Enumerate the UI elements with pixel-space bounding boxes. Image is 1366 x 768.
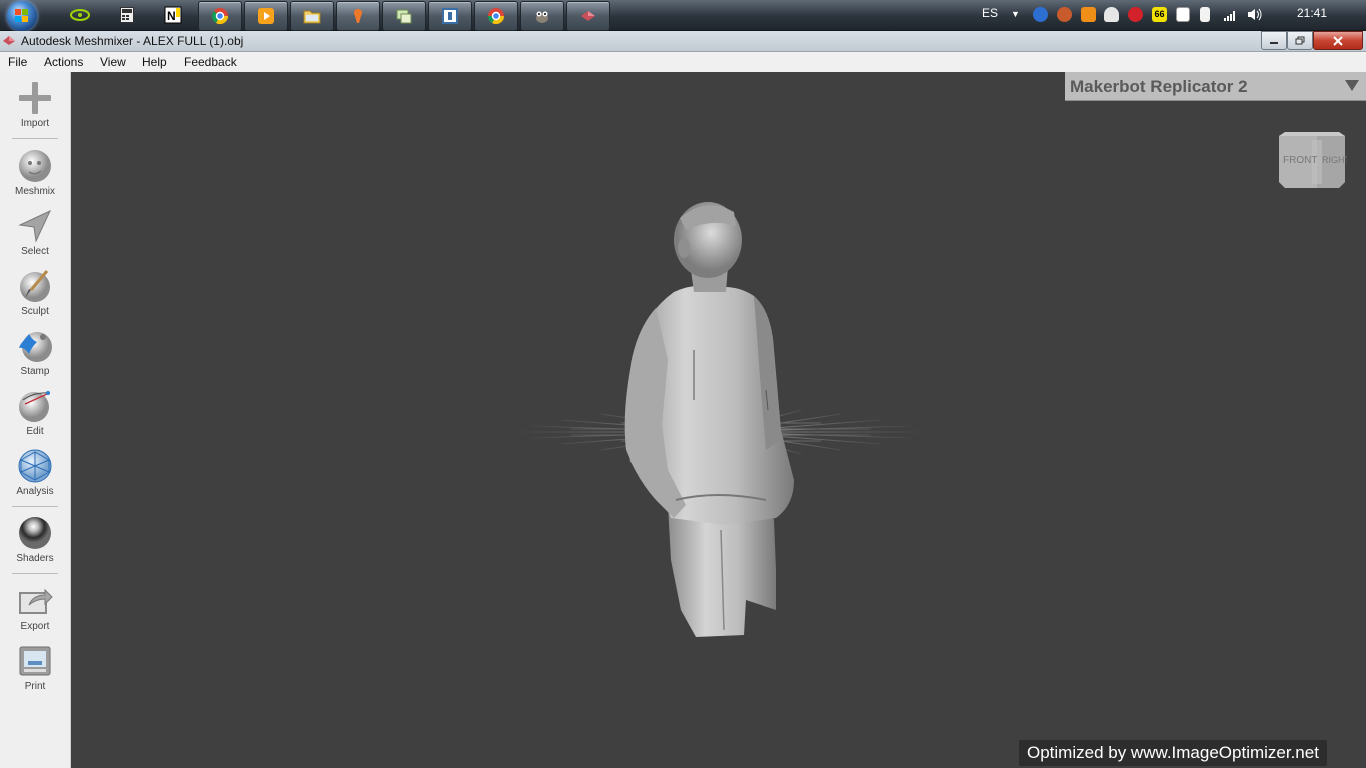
taskbar-gimp-button[interactable] — [520, 1, 564, 31]
watermark-text: Optimized by www.ImageOptimizer.net — [1027, 743, 1319, 762]
tool-label: Stamp — [20, 366, 50, 377]
menu-file[interactable]: File — [8, 55, 27, 69]
meshmix-tool-button[interactable]: Meshmix — [0, 148, 70, 208]
taskbar-chrome-button[interactable] — [474, 1, 518, 31]
3d-app-icon — [581, 11, 595, 21]
gimp-icon — [536, 11, 548, 23]
window-title: Autodesk Meshmixer - ALEX FULL (1).obj — [21, 34, 244, 48]
menu-view[interactable]: View — [100, 55, 126, 69]
shader-sphere-icon — [19, 517, 51, 549]
meshmixer-app-icon — [354, 9, 362, 23]
printer-icon — [19, 646, 51, 676]
toolbar-divider — [12, 573, 58, 574]
restore-icon — [1295, 36, 1305, 44]
clock[interactable]: 21:41 — [1297, 6, 1327, 20]
taskbar-chrome-button[interactable] — [198, 1, 242, 31]
toolbar-divider — [12, 506, 58, 507]
watermark: Optimized by www.ImageOptimizer.net — [1019, 740, 1327, 766]
taskbar-app-button[interactable] — [382, 1, 426, 31]
minimize-button[interactable] — [1261, 31, 1287, 50]
chevron-down-icon — [1345, 80, 1359, 91]
3d-viewport[interactable]: Makerbot Replicator 2 FRONT RIGHT Optimi… — [71, 72, 1366, 768]
stamp-icon — [19, 332, 52, 362]
analysis-sphere-icon — [18, 449, 52, 483]
select-tool-button[interactable]: Select — [0, 208, 70, 268]
print-tool-button[interactable]: Print — [0, 643, 70, 703]
tool-label: Sculpt — [21, 306, 49, 317]
tool-label: Export — [20, 621, 50, 632]
battery-icon[interactable] — [1200, 7, 1210, 22]
nvidia-icon[interactable] — [68, 3, 92, 27]
meshmixer-app-icon — [3, 36, 15, 45]
taskbar-explorer-button[interactable] — [290, 1, 334, 31]
cloud-upload-icon[interactable] — [1033, 7, 1048, 22]
media-player-icon — [258, 8, 274, 24]
stamp-tool-button[interactable]: Stamp — [0, 328, 70, 388]
taskbar-media-player-button[interactable] — [244, 1, 288, 31]
shaders-tool-button[interactable]: Shaders — [0, 515, 70, 575]
maximize-button[interactable] — [1287, 31, 1313, 50]
chrome-icon — [211, 8, 229, 25]
calculator-icon[interactable] — [115, 3, 139, 27]
taskbar-meshmixer-button[interactable] — [336, 1, 380, 31]
tool-sidebar: Import Meshmix Select Sculpt Stamp Edit … — [0, 72, 71, 768]
svg-text:N: N — [167, 9, 176, 23]
toolbar-divider — [12, 138, 58, 139]
sculpt-tool-button[interactable]: Sculpt — [0, 268, 70, 328]
export-icon — [19, 588, 53, 614]
menu-actions[interactable]: Actions — [44, 55, 83, 69]
language-indicator[interactable]: ES — [982, 6, 998, 20]
network-flag-icon[interactable] — [1176, 7, 1190, 22]
close-icon — [1333, 35, 1343, 46]
windows-taskbar: N ES ▼ 66 21:41 — [0, 0, 1366, 31]
export-tool-button[interactable]: Export — [0, 583, 70, 643]
analysis-tool-button[interactable]: Analysis — [0, 448, 70, 508]
meshmix-head-icon — [19, 150, 51, 182]
onedrive-icon[interactable] — [1104, 7, 1119, 22]
menu-feedback[interactable]: Feedback — [184, 55, 237, 69]
printer-selector-dropdown[interactable]: Makerbot Replicator 2 — [1065, 72, 1366, 101]
badge-66-icon[interactable]: 66 — [1152, 7, 1167, 22]
tool-label: Analysis — [16, 486, 54, 497]
chrome-icon — [487, 8, 505, 25]
tool-label: Edit — [26, 426, 44, 437]
tool-label: Meshmix — [14, 186, 55, 197]
tool-label: Import — [20, 118, 50, 129]
edit-sphere-icon — [19, 391, 50, 422]
3d-model-person[interactable] — [616, 200, 806, 640]
tool-label: Print — [24, 681, 46, 692]
sculpt-brush-icon — [20, 270, 50, 302]
tool-label: Shaders — [16, 553, 54, 564]
close-button[interactable] — [1313, 31, 1363, 50]
menu-bar: File Actions View Help Feedback — [0, 52, 1366, 73]
window-app-icon — [442, 8, 458, 24]
edit-tool-button[interactable]: Edit — [0, 388, 70, 448]
tray-app-icon[interactable] — [1057, 7, 1072, 22]
taskbar-app-button[interactable] — [428, 1, 472, 31]
start-button[interactable] — [7, 1, 37, 31]
minimize-icon — [1270, 41, 1278, 44]
tray-expand-icon[interactable]: ▼ — [1011, 9, 1020, 19]
window-titlebar: Autodesk Meshmixer - ALEX FULL (1).obj — [0, 31, 1366, 52]
notepadpp-icon[interactable]: N — [161, 3, 185, 27]
tool-label: Select — [21, 246, 49, 257]
printer-name: Makerbot Replicator 2 — [1070, 77, 1248, 96]
taskbar-app-button[interactable] — [566, 1, 610, 31]
viewcube-right-label[interactable]: RIGHT — [1322, 155, 1347, 165]
windows-logo-icon — [15, 9, 29, 23]
plus-icon — [19, 82, 51, 114]
viewcube-front-label[interactable]: FRONT — [1283, 155, 1317, 166]
import-tool-button[interactable]: Import — [0, 80, 70, 140]
volume-icon[interactable] — [1247, 7, 1262, 22]
mega-icon[interactable] — [1128, 7, 1143, 22]
photo-viewer-icon — [396, 9, 412, 24]
folder-icon — [303, 10, 321, 24]
signal-icon[interactable] — [1223, 7, 1238, 22]
view-cube[interactable]: FRONT RIGHT — [1277, 128, 1347, 190]
avast-icon[interactable] — [1081, 7, 1096, 22]
select-arrow-icon — [18, 209, 52, 243]
menu-help[interactable]: Help — [142, 55, 167, 69]
